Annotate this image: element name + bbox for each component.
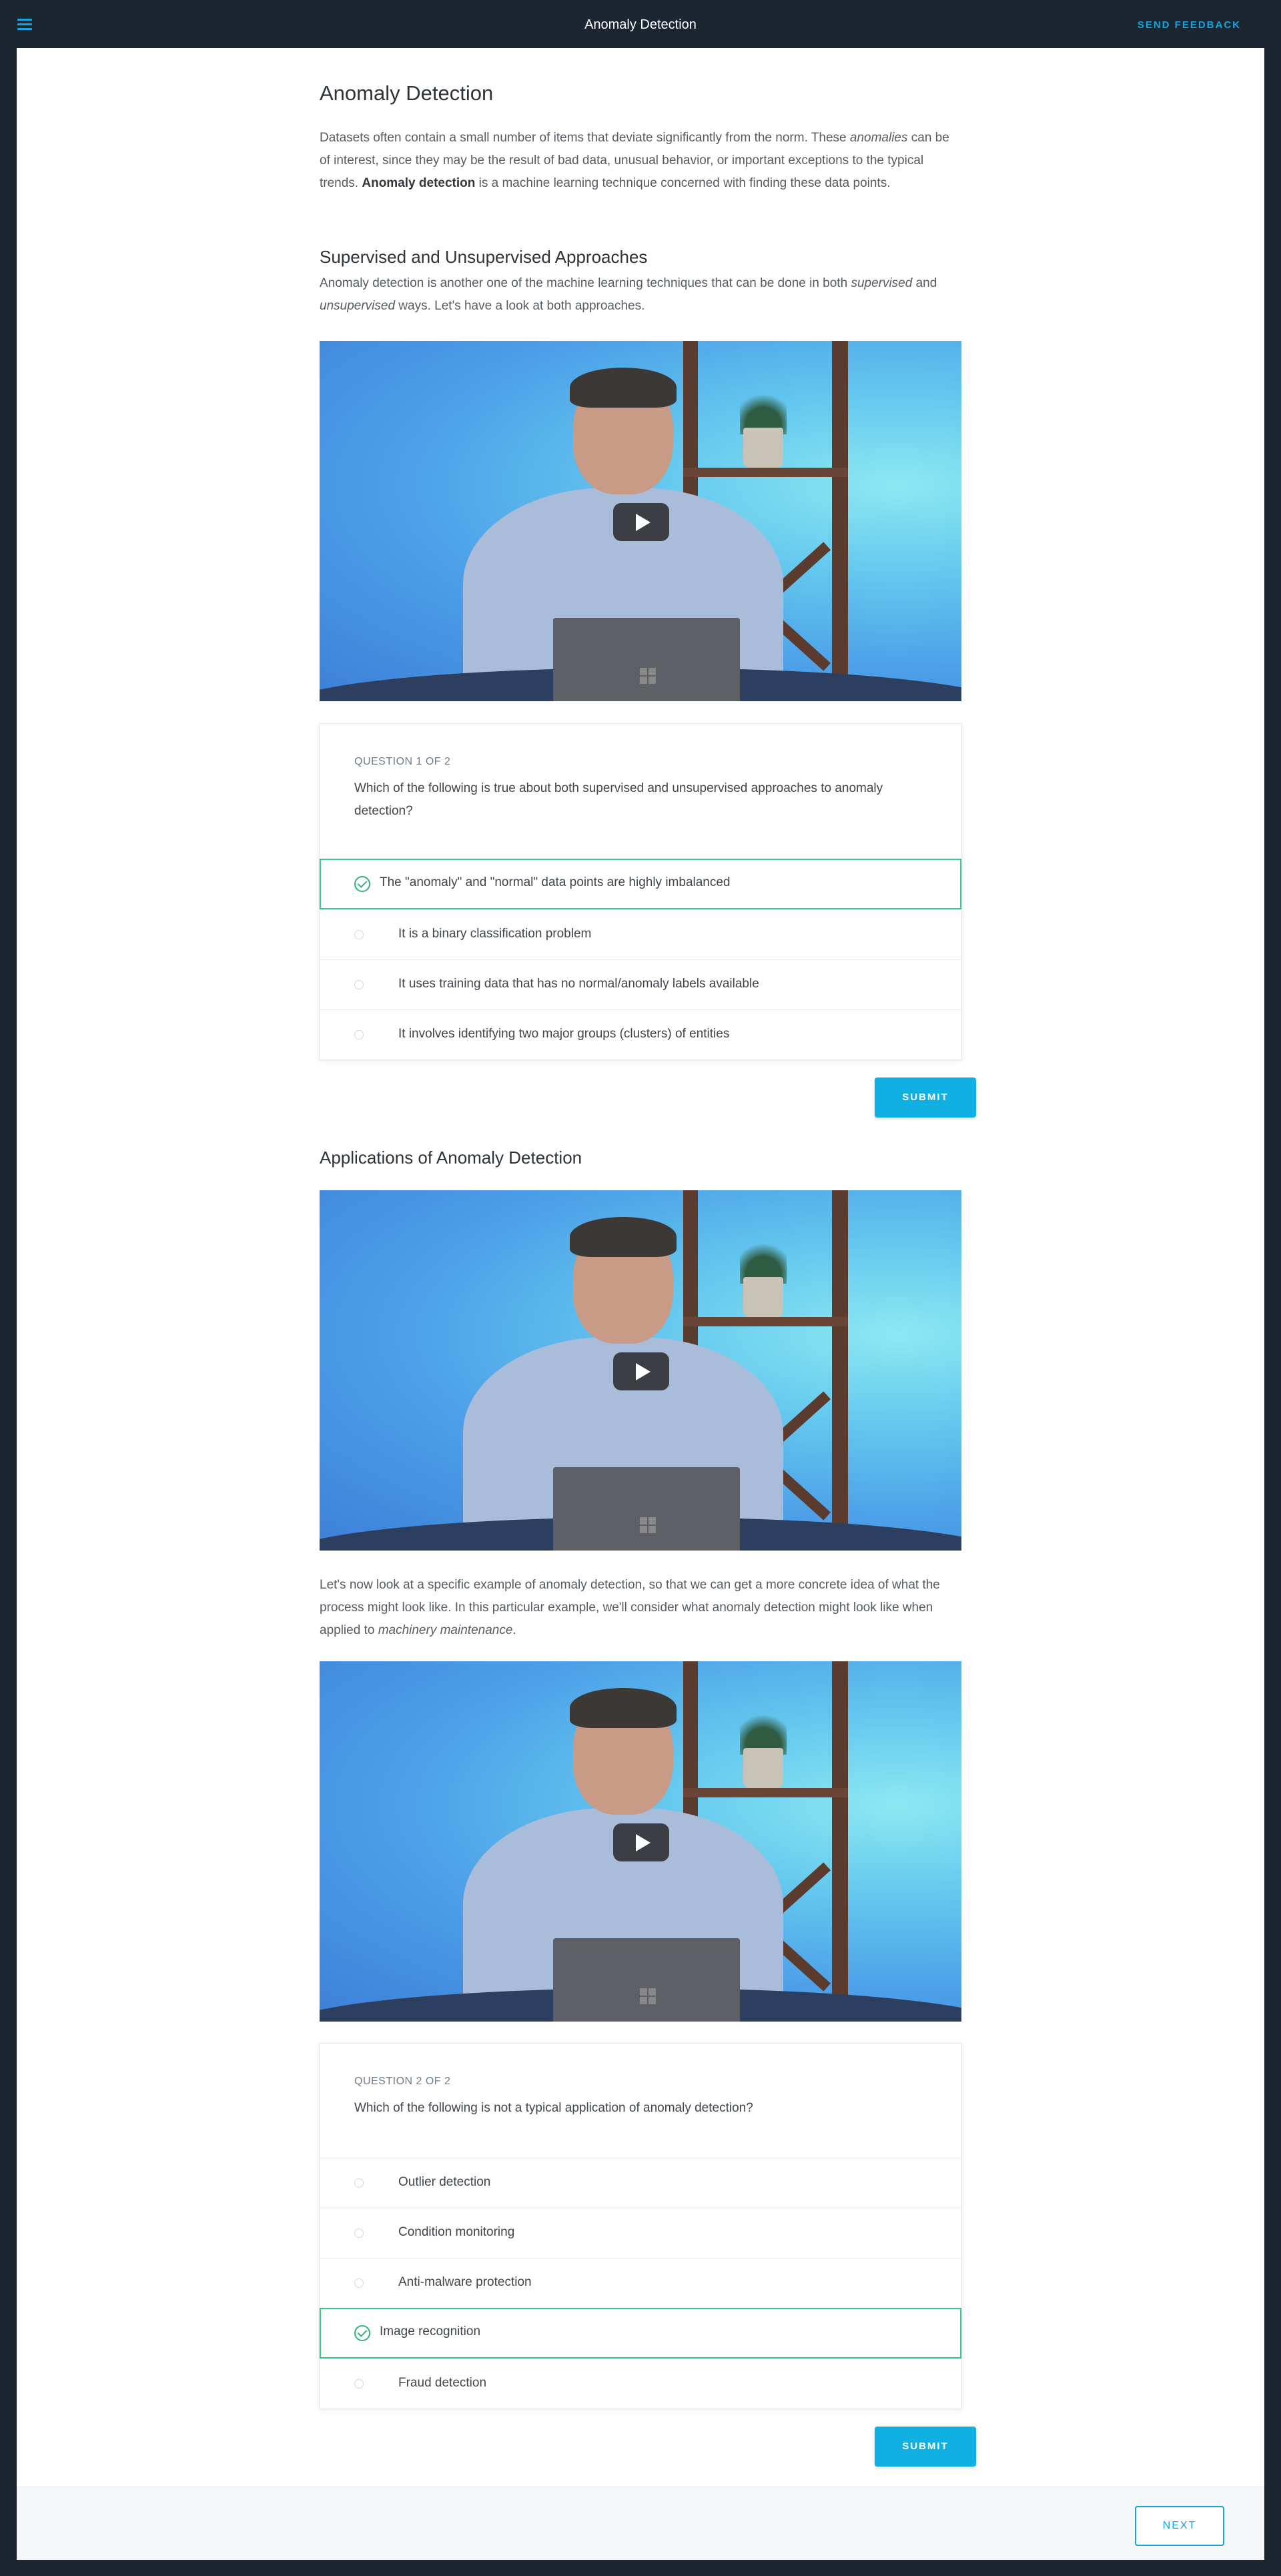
answer-option[interactable]: It involves identifying two major groups…	[320, 1009, 961, 1059]
top-bar: Anomaly Detection SEND FEEDBACK	[0, 0, 1281, 48]
quiz-card-2: QUESTION 2 OF 2 Which of the following i…	[320, 2044, 961, 2409]
video-player-3[interactable]	[320, 1661, 961, 2022]
radio-icon[interactable]	[354, 1030, 364, 1039]
answer-option[interactable]: Fraud detection	[320, 2358, 961, 2409]
radio-icon[interactable]	[354, 2228, 364, 2238]
radio-icon[interactable]	[354, 2178, 364, 2188]
answer-option[interactable]: The "anomaly" and "normal" data points a…	[320, 859, 961, 909]
question-number: QUESTION 2 OF 2	[354, 2076, 451, 2087]
section-heading-applications: Applications of Anomaly Detection	[320, 1148, 582, 1168]
applications-paragraph: Let's now look at a specific example of …	[320, 1578, 940, 1637]
answer-option[interactable]: It uses training data that has no normal…	[320, 959, 961, 1009]
answer-option[interactable]: Anti-malware protection	[320, 2258, 961, 2308]
content-sheet: Anomaly Detection Datasets often contain…	[17, 48, 1264, 2560]
radio-icon[interactable]	[354, 2379, 364, 2389]
check-circle-icon	[354, 2325, 370, 2341]
next-button[interactable]: NEXT	[1135, 2506, 1224, 2546]
submit-button-1[interactable]: SUBMIT	[875, 1078, 976, 1118]
video-player-1[interactable]	[320, 341, 961, 701]
video-player-2[interactable]	[320, 1190, 961, 1551]
radio-icon[interactable]	[354, 2278, 364, 2288]
answer-option[interactable]: Image recognition	[320, 2308, 961, 2358]
play-icon[interactable]	[613, 1352, 669, 1390]
question-text: Which of the following is not a typical …	[354, 2101, 753, 2115]
quiz-card-1: QUESTION 1 OF 2 Which of the following i…	[320, 724, 961, 1059]
approaches-paragraph: Anomaly detection is another one of the …	[320, 276, 937, 313]
intro-paragraph: Datasets often contain a small number of…	[320, 131, 949, 190]
play-icon[interactable]	[613, 1823, 669, 1861]
answer-option[interactable]: Condition monitoring	[320, 2208, 961, 2258]
page-title: Anomaly Detection	[584, 17, 697, 32]
question-number: QUESTION 1 OF 2	[354, 756, 451, 767]
send-feedback-link[interactable]: SEND FEEDBACK	[1138, 19, 1241, 31]
play-icon[interactable]	[613, 503, 669, 541]
lesson-footer: NEXT	[17, 2487, 1264, 2560]
section-heading-approaches: Supervised and Unsupervised Approaches	[320, 247, 648, 267]
question-text: Which of the following is true about bot…	[354, 781, 883, 818]
submit-button-2[interactable]: SUBMIT	[875, 2427, 976, 2467]
answer-option[interactable]: Outlier detection	[320, 2158, 961, 2208]
radio-icon[interactable]	[354, 980, 364, 989]
lesson-title: Anomaly Detection	[320, 81, 494, 105]
radio-icon[interactable]	[354, 930, 364, 939]
check-circle-icon	[354, 876, 370, 892]
answer-option[interactable]: It is a binary classification problem	[320, 909, 961, 959]
